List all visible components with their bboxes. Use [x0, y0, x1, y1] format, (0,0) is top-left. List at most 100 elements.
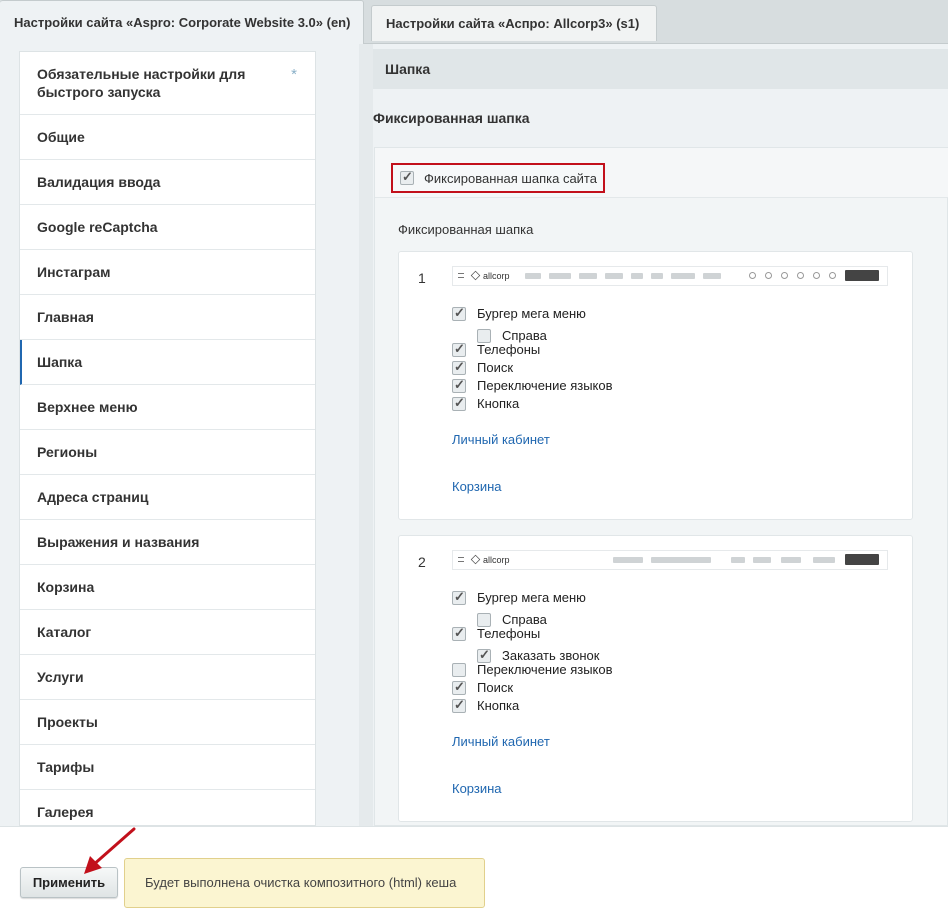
option-label: Кнопка: [477, 698, 520, 713]
option-label: Телефоны: [477, 342, 541, 357]
sidebar-item-main[interactable]: Главная: [20, 295, 315, 340]
preview-button: [845, 554, 879, 565]
preview-icon: [797, 272, 804, 279]
sidebar-item-validation[interactable]: Валидация ввода: [20, 160, 315, 205]
header-variant-2: 2 allcorp Бургер мега меню Справа Телефо…: [398, 535, 913, 822]
sidebar-item-label: Галерея: [37, 804, 94, 820]
option-label: Справа: [502, 328, 547, 343]
option-burger-menu[interactable]: Бургер мега меню: [452, 589, 586, 605]
sidebar-item-quick-start[interactable]: Обязательные настройки для быстрого запу…: [20, 52, 315, 115]
sidebar-item-tariffs[interactable]: Тарифы: [20, 745, 315, 790]
burger-icon: [458, 273, 464, 278]
sidebar-item-label: Google reCaptcha: [37, 219, 158, 235]
personal-account-link[interactable]: Личный кабинет: [452, 734, 550, 749]
preview-nav-item: [781, 557, 801, 563]
option-button[interactable]: Кнопка: [452, 697, 520, 713]
variant-number: 1: [418, 270, 426, 286]
check-icon[interactable]: [452, 625, 466, 641]
preview-nav-item: [651, 273, 663, 279]
sidebar-item-label: Тарифы: [37, 759, 95, 775]
preview-icon: [765, 272, 772, 279]
check-icon[interactable]: [452, 697, 466, 713]
sidebar-item-label: Инстаграм: [37, 264, 111, 280]
fixed-header-variants-title: Фиксированная шапка: [398, 222, 534, 237]
sidebar-item-instagram[interactable]: Инстаграм: [20, 250, 315, 295]
check-icon[interactable]: [477, 647, 491, 663]
preview-nav-item: [549, 273, 571, 279]
preview-nav-item: [813, 557, 835, 563]
checkbox[interactable]: [452, 662, 466, 677]
sidebar-item-general[interactable]: Общие: [20, 115, 315, 160]
sidebar-item-label: Обязательные настройки для быстрого запу…: [37, 66, 246, 100]
check-icon[interactable]: [452, 341, 466, 357]
option-button[interactable]: Кнопка: [452, 395, 520, 411]
logo-icon: [470, 554, 481, 565]
check-icon[interactable]: [452, 377, 466, 393]
content-gutter: [359, 44, 373, 826]
sidebar-item-header[interactable]: Шапка: [20, 340, 315, 385]
fixed-header-checkbox[interactable]: Фиксированная шапка сайта: [391, 163, 605, 193]
option-search[interactable]: Поиск: [452, 679, 514, 695]
check-icon[interactable]: [452, 359, 466, 375]
sidebar-item-catalog[interactable]: Каталог: [20, 610, 315, 655]
option-label: Поиск: [477, 360, 514, 375]
basket-link[interactable]: Корзина: [452, 781, 502, 796]
sidebar-item-label: Корзина: [37, 579, 95, 595]
option-label: Переключение языков: [477, 378, 613, 393]
subsection-title: Фиксированная шапка: [373, 110, 530, 126]
option-label: Бургер мега меню: [477, 590, 586, 605]
tab-corporate-website[interactable]: Настройки сайта «Aspro: Corporate Websit…: [0, 0, 364, 45]
check-icon[interactable]: [452, 679, 466, 695]
option-callback[interactable]: Заказать звонок: [477, 647, 599, 663]
option-language-switch[interactable]: Переключение языков: [452, 377, 613, 393]
sidebar-item-label: Каталог: [37, 624, 92, 640]
sidebar-item-label: Шапка: [37, 354, 83, 370]
option-right[interactable]: Справа: [477, 612, 547, 627]
sidebar-item-projects[interactable]: Проекты: [20, 700, 315, 745]
preview-nav-item: [525, 273, 541, 279]
sidebar-item-gallery[interactable]: Галерея: [20, 790, 315, 825]
option-label: Телефоны: [477, 626, 541, 641]
check-icon[interactable]: [452, 589, 466, 605]
sidebar-item-top-menu[interactable]: Верхнее меню: [20, 385, 315, 430]
personal-account-link[interactable]: Личный кабинет: [452, 432, 550, 447]
tab-bar: Настройки сайта «Aspro: Corporate Websit…: [0, 0, 948, 45]
sidebar-item-label: Регионы: [37, 444, 98, 460]
option-language-switch[interactable]: Переключение языков: [452, 662, 613, 677]
preview-icon: [829, 272, 836, 279]
option-phones[interactable]: Телефоны: [452, 341, 541, 357]
sidebar-item-label: Услуги: [37, 669, 84, 685]
sidebar-item-basket[interactable]: Корзина: [20, 565, 315, 610]
preview-nav-item: [579, 273, 597, 279]
sidebar-item-page-urls[interactable]: Адреса страниц: [20, 475, 315, 520]
preview-nav-item: [703, 273, 721, 279]
preview-nav-item: [613, 557, 643, 563]
sidebar-item-recaptcha[interactable]: Google reCaptcha: [20, 205, 315, 250]
sidebar-item-services[interactable]: Услуги: [20, 655, 315, 700]
checkbox[interactable]: [477, 328, 491, 343]
option-label: Поиск: [477, 680, 514, 695]
option-label: Кнопка: [477, 396, 520, 411]
checkbox[interactable]: [477, 612, 491, 627]
option-right[interactable]: Справа: [477, 328, 547, 343]
check-icon[interactable]: [400, 169, 414, 185]
tab-allcorp3[interactable]: Настройки сайта «Аспро: Allcorp3» (s1): [371, 5, 657, 41]
option-burger-menu[interactable]: Бургер мега меню: [452, 305, 586, 321]
header-preview-thumbnail[interactable]: allcorp: [452, 266, 888, 286]
preview-nav-item: [753, 557, 771, 563]
check-icon[interactable]: [452, 305, 466, 321]
preview-button: [845, 270, 879, 281]
preview-icon: [813, 272, 820, 279]
option-phones[interactable]: Телефоны: [452, 625, 541, 641]
sidebar-item-label: Проекты: [37, 714, 98, 730]
check-icon[interactable]: [452, 395, 466, 411]
header-preview-thumbnail[interactable]: allcorp: [452, 550, 888, 570]
option-search[interactable]: Поиск: [452, 359, 514, 375]
sidebar-item-regions[interactable]: Регионы: [20, 430, 315, 475]
sidebar-item-label: Верхнее меню: [37, 399, 138, 415]
preview-nav-item: [605, 273, 623, 279]
footer-bar: Применить Будет выполнена очистка композ…: [0, 826, 948, 918]
sidebar-item-phrases[interactable]: Выражения и названия: [20, 520, 315, 565]
basket-link[interactable]: Корзина: [452, 479, 502, 494]
section-title: Шапка: [373, 49, 948, 89]
